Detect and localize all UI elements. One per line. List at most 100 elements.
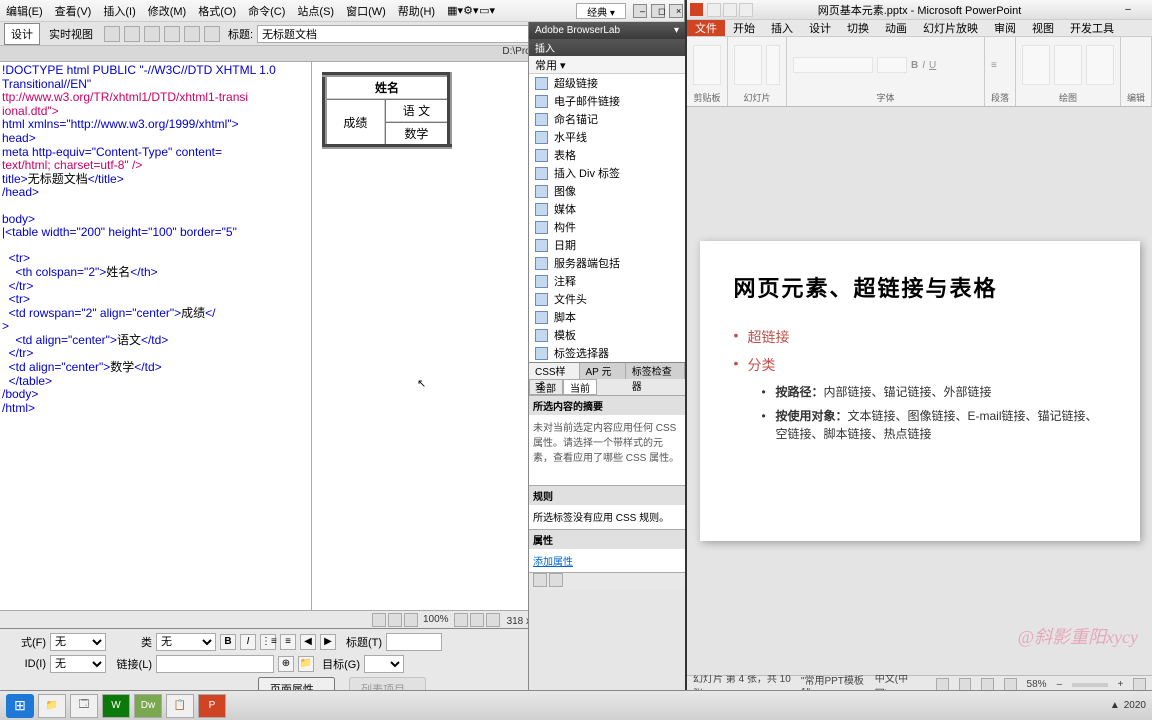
insert-anchor[interactable]: 命名锚记: [529, 110, 685, 128]
tab-slideshow[interactable]: 幻灯片放映: [915, 20, 986, 36]
view-icon[interactable]: [454, 613, 468, 627]
menu-edit[interactable]: 编辑(E): [0, 3, 49, 19]
tool-icon[interactable]: ▦▾: [441, 4, 457, 17]
tray-icon[interactable]: ▲: [1110, 700, 1120, 711]
taskbar-app[interactable]: 🗔: [70, 694, 98, 718]
tab-insert[interactable]: 插入: [763, 20, 801, 36]
slide[interactable]: 网页元素、超链接与表格 超链接 分类 按路径：内部链接、锚记链接、外部链接 按使…: [700, 241, 1140, 541]
tool-icon[interactable]: [184, 26, 200, 42]
underline-button[interactable]: U: [929, 60, 936, 71]
slide-area[interactable]: 网页元素、超链接与表格 超链接 分类 按路径：内部链接、锚记链接、外部链接 按使…: [687, 107, 1152, 675]
tab-home[interactable]: 开始: [725, 20, 763, 36]
td-math[interactable]: 数学: [385, 122, 450, 147]
insert-email[interactable]: 电子邮件链接: [529, 92, 685, 110]
tab-view[interactable]: 视图: [1024, 20, 1062, 36]
td-score[interactable]: 成绩: [325, 99, 385, 147]
minimize-button[interactable]: –: [633, 4, 647, 18]
zoom-icon[interactable]: [388, 613, 402, 627]
layout-button[interactable]: [766, 45, 780, 85]
title2-input[interactable]: [386, 633, 442, 651]
ol-button[interactable]: ≡: [280, 634, 296, 650]
zoom-value[interactable]: 100%: [423, 614, 449, 625]
insert-category[interactable]: 常用 ▾: [529, 56, 685, 74]
newslide-button[interactable]: [734, 45, 762, 85]
tab-animations[interactable]: 动画: [877, 20, 915, 36]
taskbar-powerpoint[interactable]: P: [198, 694, 226, 718]
css-btn-icon[interactable]: [533, 573, 547, 587]
bullet-2[interactable]: 分类: [734, 355, 1106, 375]
pp-close-button[interactable]: [1136, 3, 1150, 17]
insert-header[interactable]: 插入: [529, 39, 685, 56]
tab-developer[interactable]: 开发工具: [1062, 20, 1122, 36]
start-button[interactable]: ⊞: [6, 694, 34, 718]
hand-icon[interactable]: [372, 613, 386, 627]
pp-minimize-button[interactable]: –: [1121, 3, 1135, 17]
slide-title[interactable]: 网页元素、超链接与表格: [734, 271, 1106, 303]
zoom-out-icon[interactable]: –: [1057, 679, 1063, 690]
indent-button[interactable]: ▶: [320, 634, 336, 650]
view-icon[interactable]: [486, 613, 500, 627]
link-point-icon[interactable]: ⊕: [278, 656, 294, 672]
align-button[interactable]: ≡: [991, 60, 997, 71]
tool-icon[interactable]: ▭▾: [473, 4, 489, 17]
zoom-slider[interactable]: [1072, 683, 1107, 687]
menu-site[interactable]: 站点(S): [291, 3, 340, 19]
menu-help[interactable]: 帮助(H): [392, 3, 441, 19]
bullet-2-1[interactable]: 按路径：内部链接、锚记链接、外部链接: [762, 383, 1106, 401]
tab-transitions[interactable]: 切换: [839, 20, 877, 36]
insert-media[interactable]: 媒体: [529, 200, 685, 218]
paste-button[interactable]: [693, 45, 721, 85]
menu-format[interactable]: 格式(O): [192, 3, 242, 19]
tool-icon[interactable]: [144, 26, 160, 42]
browserlab-header[interactable]: Adobe BrowserLab▾: [529, 22, 685, 39]
globe-icon[interactable]: [124, 26, 140, 42]
size-select[interactable]: [877, 57, 907, 73]
bold-button[interactable]: B: [220, 634, 236, 650]
menu-view[interactable]: 查看(V): [49, 3, 98, 19]
select-icon[interactable]: [404, 613, 418, 627]
arrange-button[interactable]: [1054, 45, 1082, 85]
id-select[interactable]: 无: [50, 655, 106, 673]
taskbar-app[interactable]: 📋: [166, 694, 194, 718]
insert-script[interactable]: 脚本: [529, 308, 685, 326]
clock[interactable]: 2020: [1124, 700, 1146, 711]
link-input[interactable]: [156, 655, 274, 673]
qat-undo-icon[interactable]: [723, 3, 737, 17]
system-tray[interactable]: ▲ 2020: [1110, 700, 1146, 711]
tab-design[interactable]: 设计: [801, 20, 839, 36]
taskbar-explorer[interactable]: 📁: [38, 694, 66, 718]
menu-insert[interactable]: 插入(I): [97, 3, 141, 19]
zoom-value[interactable]: 58%: [1027, 679, 1047, 690]
insert-comment[interactable]: 注释: [529, 272, 685, 290]
bullet-2-2[interactable]: 按使用对象：文本链接、图像链接、E-mail链接、锚记链接、空链接、脚本链接、热…: [762, 407, 1106, 443]
layout-dropdown[interactable]: 经典 ▾: [576, 3, 626, 19]
target-select[interactable]: [364, 655, 404, 673]
restore-button[interactable]: ◻: [651, 4, 665, 18]
ul-button[interactable]: ⋮≡: [260, 634, 276, 650]
insert-tagchooser[interactable]: 标签选择器: [529, 344, 685, 362]
insert-hr[interactable]: 水平线: [529, 128, 685, 146]
link-browse-icon[interactable]: 📁: [298, 656, 314, 672]
close-button[interactable]: ×: [669, 4, 683, 18]
taskbar-dreamweaver[interactable]: Dw: [134, 694, 162, 718]
class-select[interactable]: 无: [156, 633, 216, 651]
code-editor[interactable]: !DOCTYPE html PUBLIC "-//W3C//DTD XHTML …: [0, 62, 312, 610]
tab-css-styles[interactable]: CSS样式: [529, 363, 580, 379]
bullet-1[interactable]: 超链接: [734, 327, 1106, 347]
css-btn-icon[interactable]: [549, 573, 563, 587]
qat-redo-icon[interactable]: [739, 3, 753, 17]
tab-tag-inspector[interactable]: 标签检查器: [626, 363, 685, 379]
insert-table[interactable]: 表格: [529, 146, 685, 164]
qat-save-icon[interactable]: [707, 3, 721, 17]
format-select[interactable]: 无: [50, 633, 106, 651]
insert-template[interactable]: 模板: [529, 326, 685, 344]
insert-date[interactable]: 日期: [529, 236, 685, 254]
css-all[interactable]: 全部: [529, 379, 563, 395]
tool-icon[interactable]: [104, 26, 120, 42]
italic-button[interactable]: I: [922, 60, 925, 71]
tool-icon[interactable]: [164, 26, 180, 42]
design-tab[interactable]: 设计: [4, 23, 40, 45]
live-tab[interactable]: 实时视图: [42, 23, 100, 45]
insert-head[interactable]: 文件头: [529, 290, 685, 308]
shapes-button[interactable]: [1022, 45, 1050, 85]
